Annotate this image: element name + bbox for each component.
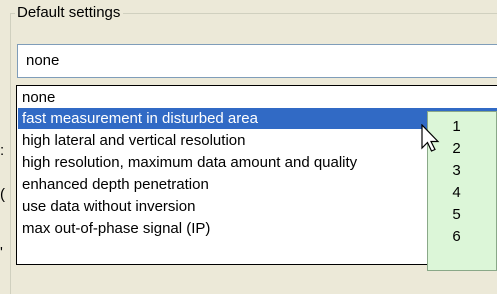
dropdown-item[interactable]: high resolution, maximum data amount and… [18,152,497,173]
clipped-left-text: : [0,142,5,159]
dropdown-item[interactable]: none [18,87,497,108]
dropdown-item[interactable]: enhanced depth penetration [18,174,497,195]
clipped-left-text: ( [0,186,5,203]
preset-number: 4 [452,184,461,201]
preset-number: 5 [452,206,461,223]
clipped-left-text: ' [0,244,3,261]
preset-number: 6 [452,228,461,245]
groupbox-divider [160,13,497,14]
default-settings-combobox[interactable]: none [17,44,497,78]
arrow-pointer-icon [421,124,440,152]
combobox-value: none [26,52,60,69]
dropdown-item[interactable]: use data without inversion [18,196,497,217]
preset-number: 3 [452,162,461,179]
default-settings-dropdown-list: none fast measurement in disturbed area … [16,85,497,265]
dropdown-item[interactable]: max out-of-phase signal (IP) [18,218,497,239]
groupbox-title: Default settings [15,3,124,23]
